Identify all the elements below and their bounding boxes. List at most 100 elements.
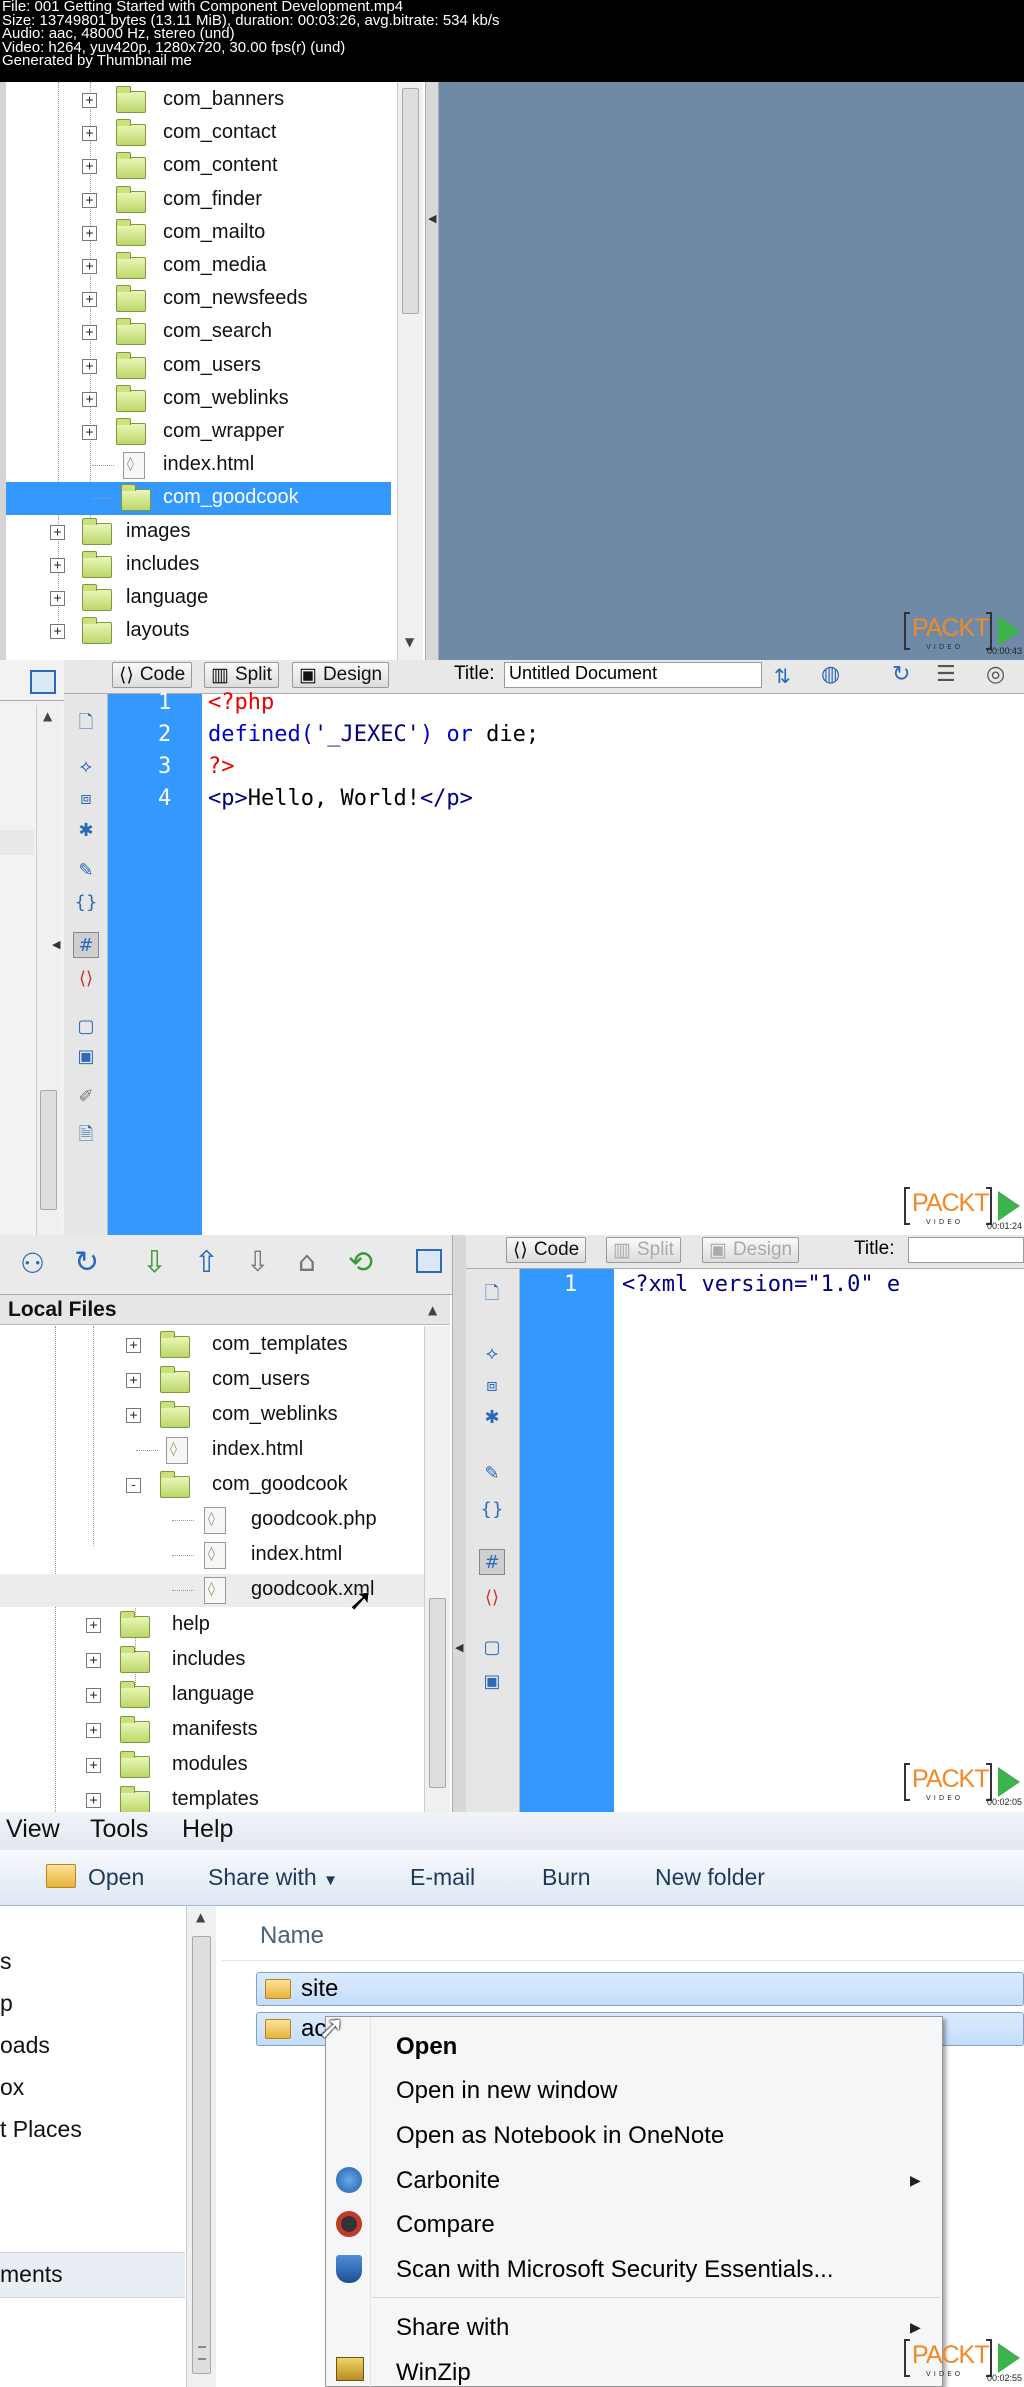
menu-scan[interactable]: Scan with Microsoft Security Essentials.…	[396, 2256, 833, 2284]
design-view-button[interactable]: ▣ Design	[292, 662, 390, 688]
menu-tools[interactable]: Tools	[90, 1815, 148, 1844]
split-view-button[interactable]: ▥ Split	[204, 662, 279, 688]
collapse-tag-icon[interactable]: ⟡	[479, 1341, 505, 1367]
panel-toggle-icon[interactable]	[30, 670, 56, 694]
tree-item-file[interactable]: index.html	[0, 1539, 424, 1572]
menu-carbonite[interactable]: Carbonite	[396, 2167, 500, 2195]
scroll-down-arrow[interactable]: ▼	[405, 635, 414, 649]
collapse-toggle-icon[interactable]: -	[126, 1478, 141, 1493]
synchronize-icon[interactable]: ⟲	[348, 1245, 373, 1280]
menu-open-new-window[interactable]: Open in new window	[396, 2077, 617, 2105]
nav-item[interactable]: ox	[0, 2074, 24, 2101]
apply-comment-icon[interactable]: ▢	[73, 1014, 99, 1040]
expand-toggle-icon[interactable]: +	[82, 358, 97, 374]
expand-toggle-icon[interactable]: +	[86, 1618, 101, 1633]
tree-item-folder[interactable]: + com_finder	[6, 184, 391, 217]
expand-toggle-icon[interactable]: +	[50, 557, 65, 573]
tree-item-folder[interactable]: + com_media	[6, 250, 391, 283]
put-files-icon[interactable]: ⇧	[194, 1245, 219, 1280]
tree-item-folder[interactable]: + com_banners	[6, 84, 391, 117]
expand-all-icon[interactable]: ✱	[73, 818, 99, 844]
expand-toggle-icon[interactable]: +	[82, 126, 97, 142]
expand-toggle-icon[interactable]: +	[50, 591, 65, 606]
nav-item[interactable]: p	[0, 1990, 13, 2017]
files-scrollbar[interactable]: ▼	[397, 82, 423, 660]
visual-aids-icon[interactable]: ◎	[986, 662, 1005, 687]
nav-section[interactable]: ments	[0, 2252, 185, 2298]
collapse-selection-icon[interactable]: ⧈	[73, 786, 99, 812]
split-view-button[interactable]: ▥ Split	[606, 1237, 681, 1263]
collapse-tag-icon[interactable]: ⟡	[73, 754, 99, 780]
tree-item-folder[interactable]: + manifests	[0, 1714, 424, 1747]
open-documents-icon[interactable]: 🗋	[479, 1281, 505, 1307]
balance-braces-icon[interactable]: {}	[73, 890, 99, 916]
tree-item-folder[interactable]: + com_users	[6, 350, 391, 383]
tree-item-folder[interactable]: + includes	[6, 549, 391, 582]
expand-toggle-icon[interactable]: +	[82, 292, 97, 308]
view-options-icon[interactable]: ☰	[936, 662, 956, 687]
expand-toggle-icon[interactable]: +	[126, 1408, 141, 1423]
tree-item-folder[interactable]: + com_wrapper	[6, 416, 391, 449]
wrap-tag-icon[interactable]: ✐	[73, 1084, 99, 1110]
expand-toggle-icon[interactable]: +	[86, 1688, 101, 1703]
code-view-button[interactable]: ⟨⟩ Code	[112, 662, 193, 688]
nav-scrollbar[interactable]: ▲	[186, 1906, 216, 2387]
refresh-icon[interactable]: ↻	[74, 1245, 99, 1280]
burn-button[interactable]: Burn	[542, 1864, 591, 1891]
menu-help[interactable]: Help	[182, 1815, 233, 1844]
new-folder-button[interactable]: New folder	[655, 1864, 765, 1891]
expand-toggle-icon[interactable]: +	[126, 1338, 141, 1353]
expand-toggle-icon[interactable]: +	[82, 192, 97, 208]
expand-toggle-icon[interactable]: +	[86, 1758, 101, 1773]
line-numbers-icon[interactable]: #	[479, 1549, 505, 1575]
collapse-selection-icon[interactable]: ⧈	[479, 1373, 505, 1399]
highlight-invalid-icon[interactable]: ⟨⟩	[479, 1585, 505, 1611]
panel-divider[interactable]: ◀	[425, 82, 439, 660]
tree-item-folder[interactable]: + com_users	[0, 1364, 424, 1397]
email-button[interactable]: E-mail	[410, 1864, 475, 1891]
tree-item-folder[interactable]: + includes	[0, 1644, 424, 1677]
tree-item-folder[interactable]: + com_weblinks	[6, 383, 391, 416]
tree-item-folder-open[interactable]: - com_goodcook	[0, 1469, 424, 1502]
check-in-icon[interactable]: ⌂	[298, 1245, 316, 1278]
expand-toggle-icon[interactable]: +	[82, 93, 97, 108]
select-parent-tag-icon[interactable]: ✎	[479, 1461, 505, 1487]
tree-item-folder[interactable]: + com_weblinks	[0, 1399, 424, 1432]
expand-toggle-icon[interactable]: +	[50, 524, 65, 540]
expand-toggle-icon[interactable]: +	[86, 1793, 101, 1808]
tree-item-folder[interactable]: + modules	[0, 1749, 424, 1782]
tree-item-folder[interactable]: + com_templates	[0, 1329, 424, 1362]
panel-divider[interactable]: ◀	[452, 1235, 466, 1812]
file-row-selected[interactable]: site	[256, 1972, 1024, 2006]
expand-toggle-icon[interactable]: +	[82, 325, 97, 341]
connect-icon[interactable]: ⚇	[20, 1247, 45, 1280]
tree-item-folder[interactable]: + com_search	[6, 316, 391, 349]
menu-open[interactable]: Open	[396, 2033, 457, 2061]
collapse-arrow-icon[interactable]: ◀	[455, 1641, 463, 1654]
menu-winzip[interactable]: WinZip	[396, 2359, 471, 2387]
share-with-button[interactable]: Share with ▼	[208, 1864, 338, 1891]
remove-comment-icon[interactable]: ▣	[73, 1044, 99, 1070]
code-area[interactable]	[202, 694, 1024, 1235]
design-view-button[interactable]: ▣ Design	[702, 1237, 800, 1263]
tree-item-folder[interactable]: + language	[6, 582, 391, 615]
expand-panel-icon[interactable]	[416, 1249, 442, 1273]
menu-compare[interactable]: Compare	[396, 2211, 495, 2239]
title-input[interactable]: Untitled Document	[504, 662, 762, 688]
nav-item[interactable]: t Places	[0, 2116, 82, 2143]
open-documents-icon[interactable]: 🗋	[73, 710, 99, 736]
expand-toggle-icon[interactable]: +	[82, 259, 97, 274]
globe-icon[interactable]: ◍	[821, 662, 840, 687]
tree-item-folder[interactable]: + com_content	[6, 150, 391, 183]
expand-toggle-icon[interactable]: +	[82, 159, 97, 175]
tree-item-folder[interactable]: + com_mailto	[6, 217, 391, 250]
collapse-arrow-icon[interactable]: ◀	[428, 212, 436, 225]
expand-toggle-icon[interactable]: +	[86, 1653, 101, 1668]
scrollbar-thumb[interactable]	[402, 88, 419, 314]
recent-snippets-icon[interactable]: 🗎	[73, 1122, 99, 1148]
expand-toggle-icon[interactable]: +	[82, 391, 97, 407]
select-parent-tag-icon[interactable]: ✎	[73, 858, 99, 884]
scrollbar-thumb[interactable]	[429, 1598, 446, 1788]
expand-all-icon[interactable]: ✱	[479, 1405, 505, 1431]
code-area[interactable]	[614, 1269, 1024, 1812]
